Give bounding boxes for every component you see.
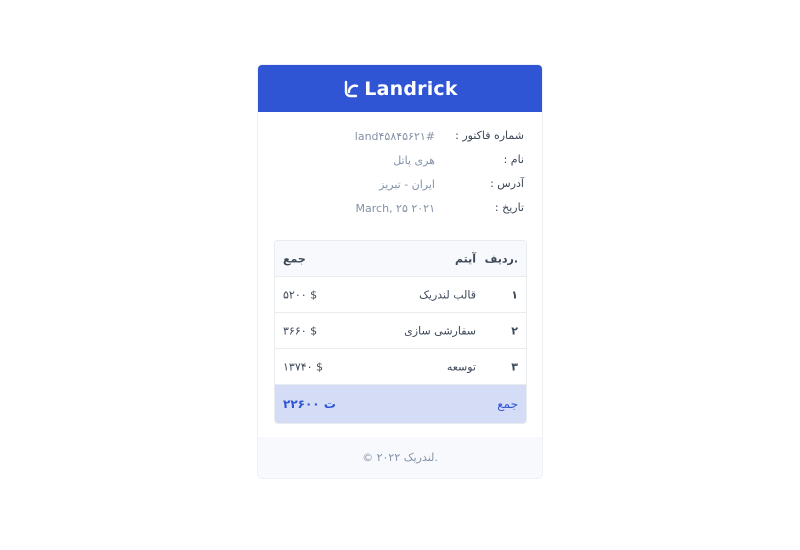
address-value: ایران - تبریز xyxy=(379,178,435,191)
row-item: قالب لندریک xyxy=(419,288,476,301)
row-index: ۱ xyxy=(511,288,518,301)
brand-logo[interactable]: Landrick xyxy=(342,77,458,100)
row-index: ۳ xyxy=(511,360,518,373)
copyright-text: © ۲۰۲۲ لندریک. xyxy=(362,451,438,464)
header-item: آیتم xyxy=(454,252,476,265)
items-table: ردیف. آیتم جمع ۱ قالب لندریک ۵۲۰۰ $ ۲ سف… xyxy=(274,240,527,424)
row-sum: ۵۲۰۰ $ xyxy=(283,288,318,301)
total-row: جمع ۲۲۶۰۰ ت xyxy=(275,385,526,423)
date-value: March, ۲۵ ۲۰۲۱ xyxy=(355,202,435,215)
table-row: ۲ سفارشی سازی ۳۶۶۰ $ xyxy=(275,313,526,349)
row-index: ۲ xyxy=(511,324,518,337)
customer-name-label: نام : xyxy=(503,153,524,166)
items-table-header: ردیف. آیتم جمع xyxy=(275,241,526,277)
invoice-card: Landrick شماره فاکتور : land۴۵۸۴۵۶۲۱# نا… xyxy=(257,64,543,479)
row-sum: ۳۶۶۰ $ xyxy=(283,324,318,337)
table-row: ۱ قالب لندریک ۵۲۰۰ $ xyxy=(275,277,526,313)
invoice-header: Landrick xyxy=(258,65,542,112)
invoice-number-row: شماره فاکتور : land۴۵۸۴۵۶۲۱# xyxy=(258,129,542,153)
header-index: ردیف. xyxy=(484,252,518,265)
customer-name-row: نام : هری پاتل xyxy=(258,153,542,177)
date-row: تاریخ : March, ۲۵ ۲۰۲۱ xyxy=(258,201,542,225)
invoice-number-label: شماره فاکتور : xyxy=(455,129,524,142)
table-row: ۳ توسعه ۱۳۷۴۰ $ xyxy=(275,349,526,385)
row-item: توسعه xyxy=(446,360,476,373)
customer-name-value: هری پاتل xyxy=(393,154,435,167)
address-label: آدرس : xyxy=(490,177,524,190)
invoice-number-value: land۴۵۸۴۵۶۲۱# xyxy=(354,130,435,143)
invoice-footer: © ۲۰۲۲ لندریک. xyxy=(258,437,542,478)
invoice-details: شماره فاکتور : land۴۵۸۴۵۶۲۱# نام : هری پ… xyxy=(258,129,542,225)
landrick-logo-icon xyxy=(345,80,359,97)
brand-name: Landrick xyxy=(364,77,458,100)
total-label: جمع xyxy=(497,397,518,411)
address-row: آدرس : ایران - تبریز xyxy=(258,177,542,201)
header-sum: جمع xyxy=(283,252,306,265)
row-sum: ۱۳۷۴۰ $ xyxy=(283,360,324,373)
total-value: ۲۲۶۰۰ ت xyxy=(283,397,336,411)
date-label: تاریخ : xyxy=(494,201,524,214)
row-item: سفارشی سازی xyxy=(404,324,476,337)
